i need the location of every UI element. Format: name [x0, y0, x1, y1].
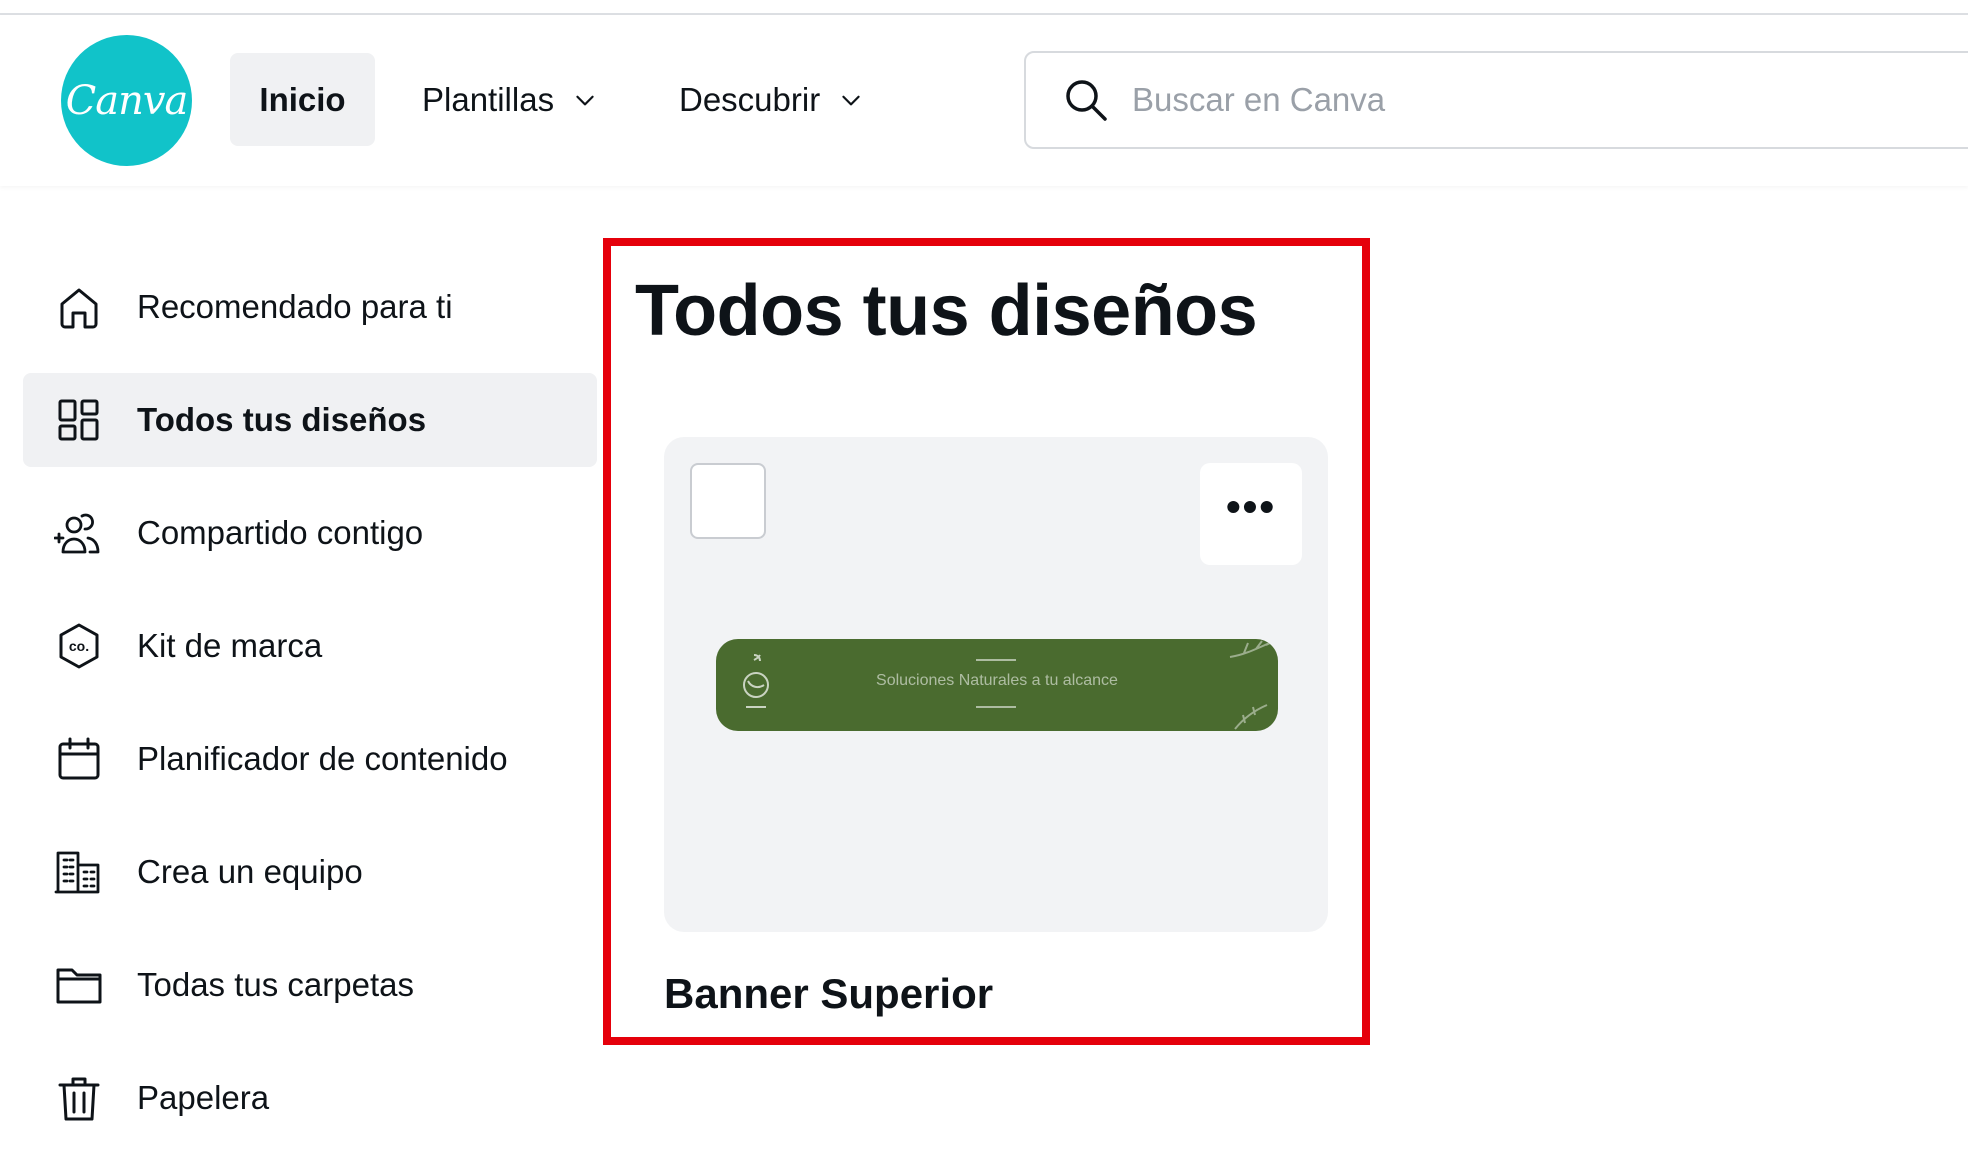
- nav-plantillas[interactable]: Plantillas: [422, 53, 598, 146]
- home-icon: [60, 288, 98, 329]
- design-thumbnail: Soluciones Naturales a tu alcance: [716, 639, 1278, 731]
- nav-inicio[interactable]: Inicio: [230, 53, 375, 146]
- select-checkbox[interactable]: [690, 463, 766, 539]
- sidebar-item-papelera[interactable]: Papelera: [23, 1051, 597, 1145]
- leaf-decoration-icon: [1234, 704, 1268, 730]
- sidebar-item-todos-tus-disenos[interactable]: Todos tus diseños: [23, 373, 597, 467]
- thumbnail-tagline: Soluciones Naturales a tu alcance: [876, 672, 1118, 689]
- thumb-rule-bottom: [976, 706, 1016, 708]
- trash-icon: [58, 1077, 100, 1121]
- search-input[interactable]: [1132, 81, 1932, 119]
- shared-people-icon: [54, 513, 100, 554]
- search-bar[interactable]: [1024, 51, 1968, 149]
- calendar-icon: [58, 737, 100, 780]
- sidebar-item-compartido[interactable]: Compartido contigo: [23, 486, 597, 580]
- sidebar: Recomendado para ti Todos tus diseños Co…: [23, 260, 597, 1164]
- sidebar-item-label: Todos tus diseños: [137, 401, 427, 438]
- design-title[interactable]: Banner Superior: [664, 970, 993, 1018]
- leaf-decoration-icon: [1229, 640, 1275, 658]
- folder-icon: [56, 968, 102, 1004]
- search-icon: [1066, 80, 1107, 121]
- svg-text:co.: co.: [69, 638, 89, 654]
- top-header: Canva Inicio Plantillas Descubrir: [0, 15, 1968, 186]
- sidebar-item-carpetas[interactable]: Todas tus carpetas: [23, 938, 597, 1032]
- page-title: Todos tus diseños: [635, 271, 1258, 351]
- grid-icon: [58, 399, 99, 441]
- more-options-button[interactable]: •••: [1200, 463, 1302, 565]
- nav-descubrir-label: Descubrir: [679, 80, 821, 118]
- sidebar-item-label: Crea un equipo: [137, 853, 363, 890]
- sidebar-item-label: Compartido contigo: [137, 514, 424, 551]
- canva-logo[interactable]: Canva: [61, 35, 192, 166]
- sidebar-item-planificador[interactable]: Planificador de contenido: [23, 712, 597, 806]
- sidebar-item-label: Recomendado para ti: [137, 288, 453, 325]
- sidebar-item-kit-de-marca[interactable]: co. Kit de marca: [23, 599, 597, 693]
- sidebar-item-label: Kit de marca: [137, 627, 323, 664]
- sidebar-item-label: Planificador de contenido: [137, 740, 508, 777]
- sidebar-item-crea-equipo[interactable]: Crea un equipo: [23, 825, 597, 919]
- nav-plantillas-label: Plantillas: [422, 80, 555, 118]
- sidebar-item-label: Todas tus carpetas: [137, 966, 414, 1003]
- chevron-down-icon: [842, 95, 860, 105]
- nav-inicio-label: Inicio: [259, 80, 346, 118]
- sidebar-item-label: Papelera: [137, 1079, 270, 1116]
- more-dots-icon: •••: [1225, 483, 1277, 530]
- building-icon: [54, 851, 100, 894]
- sidebar-item-recomendado[interactable]: Recomendado para ti: [23, 260, 597, 354]
- thumb-rule-top: [976, 659, 1016, 661]
- brand-kit-icon: co.: [59, 623, 99, 669]
- chevron-down-icon: [576, 95, 594, 105]
- design-card[interactable]: ••• Soluciones Naturales a tu alcance: [664, 437, 1328, 932]
- nav-descubrir[interactable]: Descubrir: [679, 53, 864, 146]
